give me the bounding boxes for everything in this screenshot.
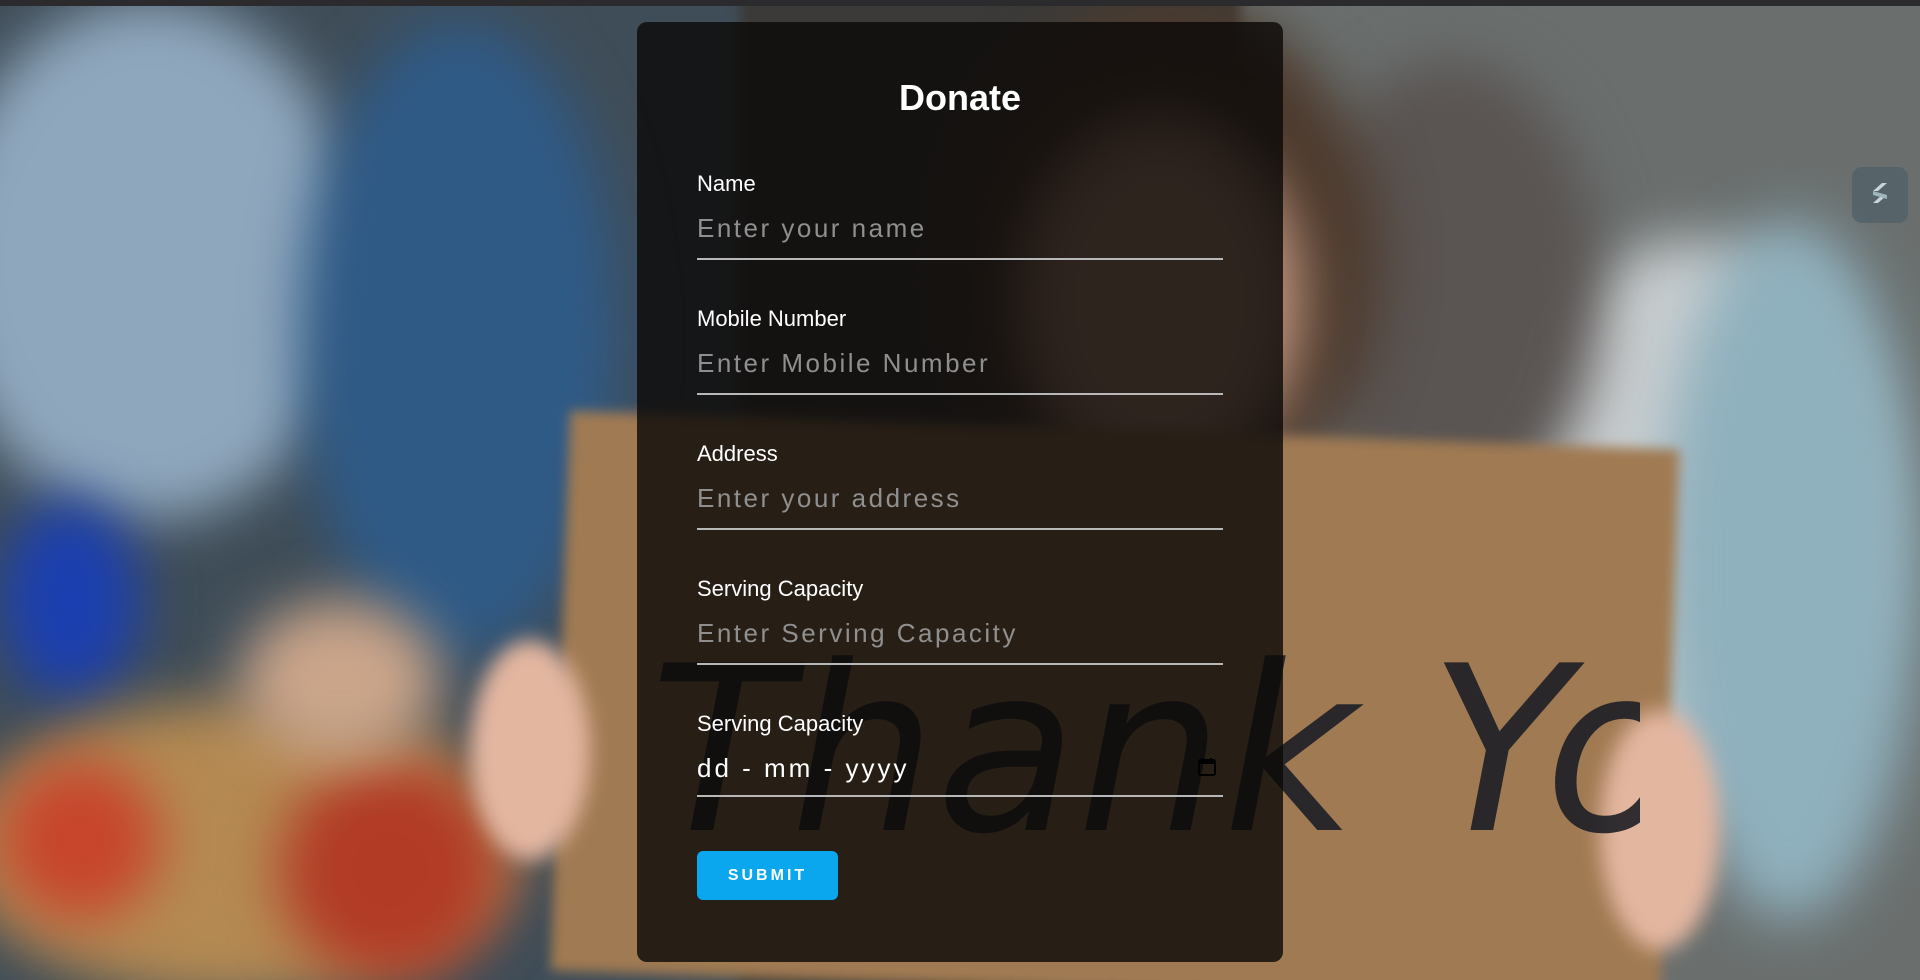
serving-capacity-field: Serving Capacity xyxy=(697,578,1223,665)
form-title: Donate xyxy=(898,77,1021,118)
name-label: Name xyxy=(697,171,756,196)
submit-button[interactable]: SUBMIT xyxy=(697,851,838,900)
name-input[interactable] xyxy=(697,209,1223,260)
slash-logo-icon xyxy=(1865,178,1895,213)
address-field: Address xyxy=(697,443,1223,530)
donate-form-card: Donate Name Mobile Number Address Servin… xyxy=(637,22,1283,962)
date-field: Serving Capacity dd - mm - yyyy xyxy=(697,713,1223,797)
mobile-number-label: Mobile Number xyxy=(697,306,847,331)
address-input[interactable] xyxy=(697,479,1223,530)
name-field: Name xyxy=(697,173,1223,260)
date-label: Serving Capacity xyxy=(697,711,864,736)
serving-capacity-label: Serving Capacity xyxy=(697,576,864,601)
mobile-number-input[interactable] xyxy=(697,344,1223,395)
mobile-number-field: Mobile Number xyxy=(697,308,1223,395)
address-label: Address xyxy=(697,441,778,466)
browser-top-strip xyxy=(0,0,1920,6)
calendar-icon[interactable] xyxy=(1197,757,1217,777)
serving-capacity-input[interactable] xyxy=(697,614,1223,665)
floating-widget-button[interactable] xyxy=(1852,167,1908,223)
date-input[interactable]: dd - mm - yyyy xyxy=(697,749,1223,797)
donate-page: Thank You Donate Name Mobile Number Addr… xyxy=(0,0,1920,980)
date-placeholder: dd - mm - yyyy xyxy=(697,753,910,783)
